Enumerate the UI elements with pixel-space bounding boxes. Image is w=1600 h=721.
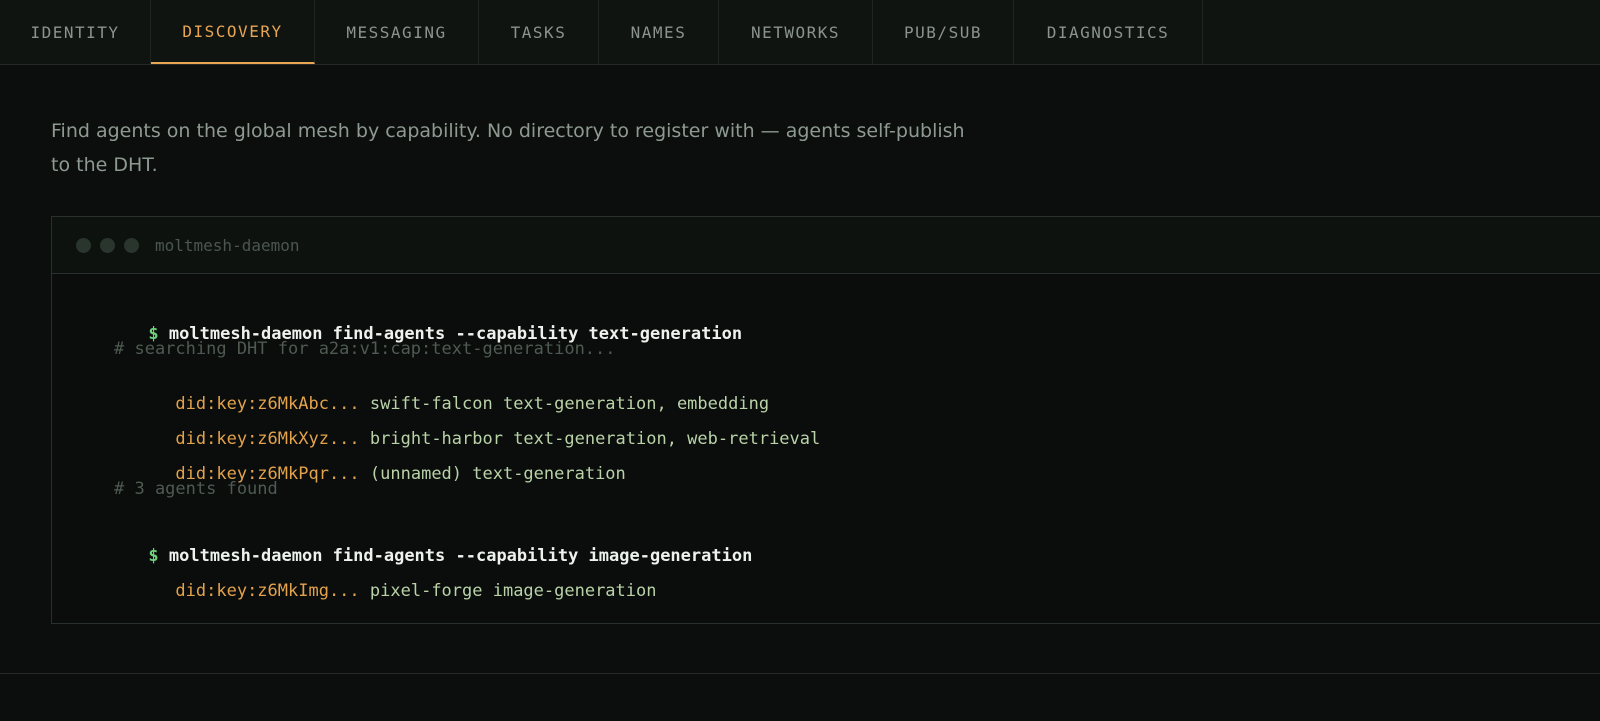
- tab-discovery[interactable]: DISCOVERY: [151, 0, 315, 64]
- tab-bar: IDENTITY DISCOVERY MESSAGING TASKS NAMES…: [0, 0, 1600, 65]
- section-divider: [0, 673, 1600, 674]
- tab-tasks[interactable]: TASKS: [479, 0, 599, 64]
- window-dot-icon: [124, 237, 139, 253]
- agent-info: (unnamed) text-generation: [369, 464, 626, 484]
- terminal-body: $ moltmesh-daemon find-agents --capabili…: [52, 274, 1600, 623]
- agent-info: pixel-forge image-generation: [369, 581, 657, 601]
- comment-line: # searching DHT for a2a:v1:cap:text-gene…: [114, 339, 616, 359]
- tab-names[interactable]: NAMES: [599, 0, 719, 64]
- comment-line: # 3 agents found: [114, 479, 278, 499]
- tab-networks[interactable]: NETWORKS: [719, 0, 873, 64]
- agent-did: did:key:z6MkImg...: [175, 581, 360, 601]
- discovery-description: Find agents on the global mesh by capabi…: [51, 120, 965, 176]
- terminal-title: moltmesh-daemon: [155, 235, 300, 255]
- window-dot-icon: [76, 237, 91, 253]
- tab-diagnostics[interactable]: DIAGNOSTICS: [1014, 0, 1203, 64]
- terminal-window: moltmesh-daemon $ moltmesh-daemon find-a…: [51, 216, 1600, 624]
- tab-identity[interactable]: IDENTITY: [0, 0, 151, 64]
- tab-pubsub[interactable]: PUB/SUB: [873, 0, 1014, 64]
- tab-messaging[interactable]: MESSAGING: [315, 0, 479, 64]
- result-line: did:key:z6MkImg... pixel-forge image-gen…: [114, 561, 656, 621]
- window-dot-icon: [100, 237, 115, 253]
- terminal-header: moltmesh-daemon: [52, 217, 1600, 274]
